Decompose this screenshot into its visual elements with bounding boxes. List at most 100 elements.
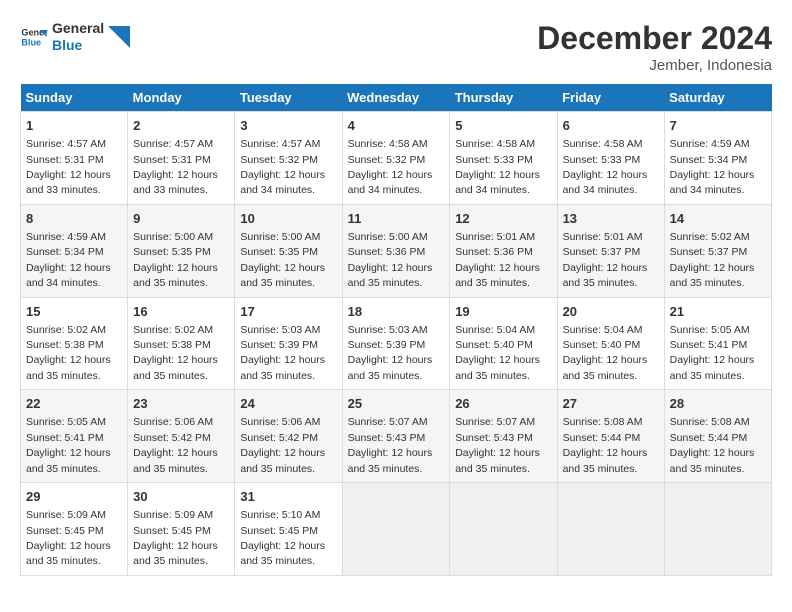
day-number: 16: [133, 303, 229, 321]
calendar-cell: 9 Sunrise: 5:00 AMSunset: 5:35 PMDaylight…: [128, 204, 235, 297]
day-info: Sunrise: 4:57 AMSunset: 5:32 PMDaylight:…: [240, 138, 325, 196]
day-number: 22: [26, 395, 122, 413]
day-info: Sunrise: 5:04 AMSunset: 5:40 PMDaylight:…: [455, 324, 540, 382]
day-number: 9: [133, 210, 229, 228]
week-row-3: 15 Sunrise: 5:02 AMSunset: 5:38 PMDayligh…: [21, 297, 772, 390]
day-info: Sunrise: 5:00 AMSunset: 5:35 PMDaylight:…: [133, 231, 218, 289]
logo-blue: Blue: [52, 37, 104, 54]
day-number: 29: [26, 488, 122, 506]
day-number: 26: [455, 395, 551, 413]
week-row-2: 8 Sunrise: 4:59 AMSunset: 5:34 PMDaylight…: [21, 204, 772, 297]
day-number: 31: [240, 488, 336, 506]
day-info: Sunrise: 4:58 AMSunset: 5:32 PMDaylight:…: [348, 138, 433, 196]
calendar-cell: 12Sunrise: 5:01 AMSunset: 5:36 PMDayligh…: [450, 204, 557, 297]
day-number: 3: [240, 117, 336, 135]
day-info: Sunrise: 4:59 AMSunset: 5:34 PMDaylight:…: [670, 138, 755, 196]
calendar-cell: 25Sunrise: 5:07 AMSunset: 5:43 PMDayligh…: [342, 390, 450, 483]
day-number: 5: [455, 117, 551, 135]
day-info: Sunrise: 5:03 AMSunset: 5:39 PMDaylight:…: [240, 324, 325, 382]
calendar-cell: 23Sunrise: 5:06 AMSunset: 5:42 PMDayligh…: [128, 390, 235, 483]
calendar-cell: 15 Sunrise: 5:02 AMSunset: 5:38 PMDayligh…: [21, 297, 128, 390]
day-number: 20: [563, 303, 659, 321]
calendar-cell: [664, 483, 771, 576]
calendar-cell: 10 Sunrise: 5:00 AMSunset: 5:35 PMDayligh…: [235, 204, 342, 297]
day-number: 8: [26, 210, 122, 228]
day-info: Sunrise: 5:08 AMSunset: 5:44 PMDaylight:…: [563, 416, 648, 474]
day-number: 17: [240, 303, 336, 321]
logo-icon: General Blue: [20, 23, 48, 51]
day-number: 7: [670, 117, 766, 135]
day-number: 28: [670, 395, 766, 413]
calendar-cell: 28 Sunrise: 5:08 AMSunset: 5:44 PMDayligh…: [664, 390, 771, 483]
calendar-cell: 27 Sunrise: 5:08 AMSunset: 5:44 PMDayligh…: [557, 390, 664, 483]
day-info: Sunrise: 5:02 AMSunset: 5:38 PMDaylight:…: [133, 324, 218, 382]
day-number: 14: [670, 210, 766, 228]
day-info: Sunrise: 5:06 AMSunset: 5:42 PMDaylight:…: [240, 416, 325, 474]
day-info: Sunrise: 5:01 AMSunset: 5:37 PMDaylight:…: [563, 231, 648, 289]
calendar-cell: 21 Sunrise: 5:05 AMSunset: 5:41 PMDayligh…: [664, 297, 771, 390]
calendar-cell: [557, 483, 664, 576]
logo-arrow-icon: [108, 26, 130, 48]
calendar-cell: 3 Sunrise: 4:57 AMSunset: 5:32 PMDaylight…: [235, 112, 342, 205]
page-header: General Blue General Blue December 2024 …: [20, 20, 772, 74]
day-info: Sunrise: 5:00 AMSunset: 5:36 PMDaylight:…: [348, 231, 433, 289]
day-info: Sunrise: 5:06 AMSunset: 5:42 PMDaylight:…: [133, 416, 218, 474]
day-info: Sunrise: 5:07 AMSunset: 5:43 PMDaylight:…: [455, 416, 540, 474]
day-info: Sunrise: 4:57 AMSunset: 5:31 PMDaylight:…: [133, 138, 218, 196]
day-info: Sunrise: 5:05 AMSunset: 5:41 PMDaylight:…: [26, 416, 111, 474]
day-info: Sunrise: 5:09 AMSunset: 5:45 PMDaylight:…: [133, 509, 218, 567]
day-number: 13: [563, 210, 659, 228]
day-number: 6: [563, 117, 659, 135]
day-number: 21: [670, 303, 766, 321]
calendar-cell: 8 Sunrise: 4:59 AMSunset: 5:34 PMDaylight…: [21, 204, 128, 297]
day-info: Sunrise: 4:58 AMSunset: 5:33 PMDaylight:…: [563, 138, 648, 196]
day-number: 11: [348, 210, 445, 228]
location-subtitle: Jember, Indonesia: [537, 57, 772, 74]
week-row-4: 22 Sunrise: 5:05 AMSunset: 5:41 PMDayligh…: [21, 390, 772, 483]
calendar-cell: 7 Sunrise: 4:59 AMSunset: 5:34 PMDaylight…: [664, 112, 771, 205]
day-info: Sunrise: 5:02 AMSunset: 5:38 PMDaylight:…: [26, 324, 111, 382]
day-info: Sunrise: 5:09 AMSunset: 5:45 PMDaylight:…: [26, 509, 111, 567]
calendar-table: SundayMondayTuesdayWednesdayThursdayFrid…: [20, 84, 772, 576]
day-info: Sunrise: 4:57 AMSunset: 5:31 PMDaylight:…: [26, 138, 111, 196]
day-number: 18: [348, 303, 445, 321]
calendar-cell: 18Sunrise: 5:03 AMSunset: 5:39 PMDayligh…: [342, 297, 450, 390]
day-info: Sunrise: 5:10 AMSunset: 5:45 PMDaylight:…: [240, 509, 325, 567]
calendar-cell: 20 Sunrise: 5:04 AMSunset: 5:40 PMDayligh…: [557, 297, 664, 390]
calendar-cell: 19 Sunrise: 5:04 AMSunset: 5:40 PMDayligh…: [450, 297, 557, 390]
calendar-cell: 31 Sunrise: 5:10 AMSunset: 5:45 PMDayligh…: [235, 483, 342, 576]
day-info: Sunrise: 5:00 AMSunset: 5:35 PMDaylight:…: [240, 231, 325, 289]
calendar-cell: 17 Sunrise: 5:03 AMSunset: 5:39 PMDayligh…: [235, 297, 342, 390]
day-number: 19: [455, 303, 551, 321]
day-number: 15: [26, 303, 122, 321]
day-info: Sunrise: 5:08 AMSunset: 5:44 PMDaylight:…: [670, 416, 755, 474]
day-number: 25: [348, 395, 445, 413]
logo-general: General: [52, 20, 104, 37]
day-info: Sunrise: 5:01 AMSunset: 5:36 PMDaylight:…: [455, 231, 540, 289]
day-info: Sunrise: 4:58 AMSunset: 5:33 PMDaylight:…: [455, 138, 540, 196]
calendar-cell: 26 Sunrise: 5:07 AMSunset: 5:43 PMDayligh…: [450, 390, 557, 483]
day-header-friday: Friday: [557, 84, 664, 112]
day-number: 27: [563, 395, 659, 413]
day-info: Sunrise: 5:05 AMSunset: 5:41 PMDaylight:…: [670, 324, 755, 382]
day-header-thursday: Thursday: [450, 84, 557, 112]
day-number: 10: [240, 210, 336, 228]
calendar-cell: 4 Sunrise: 4:58 AMSunset: 5:32 PMDaylight…: [342, 112, 450, 205]
header-row: SundayMondayTuesdayWednesdayThursdayFrid…: [21, 84, 772, 112]
day-info: Sunrise: 4:59 AMSunset: 5:34 PMDaylight:…: [26, 231, 111, 289]
calendar-cell: [450, 483, 557, 576]
calendar-cell: 6 Sunrise: 4:58 AMSunset: 5:33 PMDaylight…: [557, 112, 664, 205]
calendar-cell: 5 Sunrise: 4:58 AMSunset: 5:33 PMDaylight…: [450, 112, 557, 205]
day-header-saturday: Saturday: [664, 84, 771, 112]
day-number: 24: [240, 395, 336, 413]
calendar-cell: 29 Sunrise: 5:09 AMSunset: 5:45 PMDayligh…: [21, 483, 128, 576]
svg-text:Blue: Blue: [21, 37, 41, 47]
day-number: 30: [133, 488, 229, 506]
calendar-cell: 11 Sunrise: 5:00 AMSunset: 5:36 PMDayligh…: [342, 204, 450, 297]
calendar-cell: 14Sunrise: 5:02 AMSunset: 5:37 PMDayligh…: [664, 204, 771, 297]
day-number: 4: [348, 117, 445, 135]
calendar-cell: 24 Sunrise: 5:06 AMSunset: 5:42 PMDayligh…: [235, 390, 342, 483]
month-title: December 2024: [537, 20, 772, 57]
day-info: Sunrise: 5:04 AMSunset: 5:40 PMDaylight:…: [563, 324, 648, 382]
calendar-cell: 13 Sunrise: 5:01 AMSunset: 5:37 PMDayligh…: [557, 204, 664, 297]
